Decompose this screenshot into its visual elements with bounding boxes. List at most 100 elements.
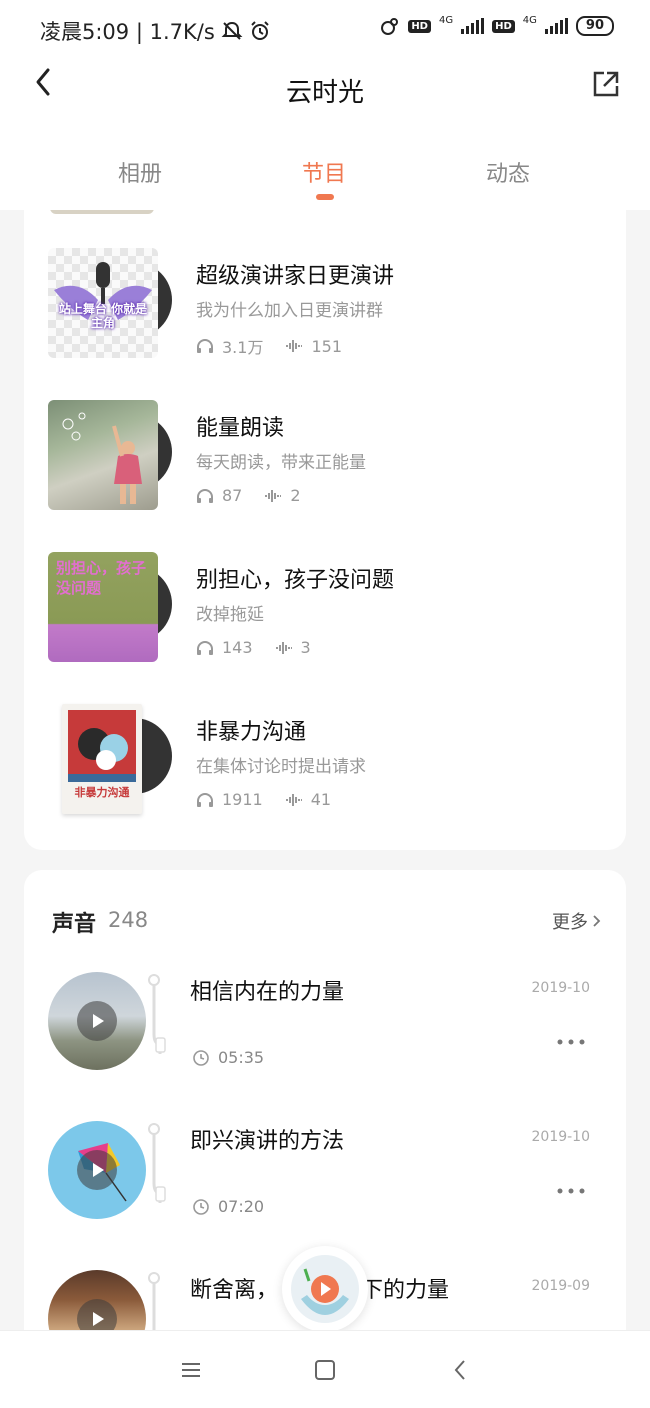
plays-stat: 87 bbox=[196, 486, 242, 505]
share-icon[interactable] bbox=[590, 68, 622, 100]
tonearm-icon bbox=[148, 974, 166, 1054]
plays-stat: 3.1万 bbox=[196, 334, 263, 358]
net-label-2: 4G bbox=[522, 14, 537, 26]
audio-wave-icon bbox=[285, 793, 302, 806]
headphones-icon bbox=[197, 339, 213, 353]
sound-date: 2019-10 bbox=[531, 980, 591, 996]
program-item[interactable]: 非暴力沟通 非暴力沟通 在集体讨论时提出请求 1911 41 bbox=[24, 696, 626, 836]
program-item[interactable]: 别担心，孩子没问题 别担心，孩子没问题 改掉拖延 143 3 bbox=[24, 544, 626, 684]
episodes-stat: 41 bbox=[285, 790, 331, 809]
clock-icon bbox=[193, 1198, 209, 1215]
home-square-icon[interactable] bbox=[312, 1357, 338, 1383]
plays-count: 3.1万 bbox=[222, 338, 264, 357]
page: 凌晨5:09 | 1.7K/s HD 4G HD 4G 90 云时光 相册 节目… bbox=[0, 0, 650, 1408]
program-item[interactable]: 站上舞台 你就是主角 超级演讲家日更演讲 我为什么加入日更演讲群 3.1万 15… bbox=[24, 240, 626, 380]
tab-programs[interactable]: 节目 bbox=[264, 156, 384, 188]
sound-title-tail: 下的力量 bbox=[361, 1278, 450, 1303]
child-figure bbox=[62, 412, 142, 504]
bell-off-icon bbox=[221, 21, 243, 40]
program-subtitle: 我为什么加入日更演讲群 bbox=[196, 301, 383, 321]
sound-title: 断舍离， bbox=[190, 1278, 279, 1303]
sound-duration: 05:35 bbox=[192, 1048, 264, 1067]
tab-indicator bbox=[316, 194, 334, 200]
program-stats: 1911 41 bbox=[196, 790, 353, 809]
cover-text: 非暴力沟通 bbox=[74, 786, 130, 799]
program-stats: 3.1万 151 bbox=[196, 334, 364, 358]
more-link[interactable]: 更多 bbox=[552, 908, 602, 934]
status-left: 凌晨5:09 | 1.7K/s bbox=[40, 16, 271, 46]
audio-wave-icon bbox=[286, 340, 303, 352]
signal-icon-1 bbox=[461, 18, 485, 34]
episodes-stat: 151 bbox=[285, 337, 342, 356]
program-title: 超级演讲家日更演讲 bbox=[196, 264, 395, 289]
header: 云时光 bbox=[0, 56, 650, 126]
headphones-icon bbox=[197, 488, 213, 503]
cover-text: 站上舞台 你就是主角 bbox=[58, 302, 148, 330]
program-title: 非暴力沟通 bbox=[196, 720, 307, 745]
plays-stat: 1911 bbox=[196, 790, 263, 809]
episodes-count: 2 bbox=[290, 486, 301, 505]
more-label: 更多 bbox=[552, 912, 588, 933]
clock-icon bbox=[193, 1049, 209, 1066]
sound-date: 2019-09 bbox=[531, 1278, 591, 1294]
tonearm-icon bbox=[148, 1123, 166, 1203]
episodes-stat: 2 bbox=[264, 486, 301, 505]
play-button[interactable] bbox=[77, 1150, 117, 1190]
play-button[interactable] bbox=[77, 1001, 117, 1041]
program-cover: 站上舞台 你就是主角 bbox=[48, 248, 158, 358]
duration-text: 07:20 bbox=[218, 1197, 265, 1216]
sound-duration: 07:20 bbox=[192, 1197, 264, 1216]
program-item[interactable]: 能量朗读 每天朗读，带来正能量 87 2 bbox=[24, 392, 626, 532]
episodes-stat: 3 bbox=[275, 638, 311, 657]
hd-badge-1: HD bbox=[408, 19, 431, 33]
program-stats: 143 3 bbox=[196, 638, 333, 657]
duration-text: 05:35 bbox=[218, 1048, 265, 1067]
episodes-count: 3 bbox=[300, 638, 311, 657]
system-nav-bar bbox=[0, 1330, 650, 1408]
episodes-count: 151 bbox=[311, 336, 342, 356]
sound-item[interactable]: 相信内在的力量 2019-10 05:35 bbox=[24, 972, 626, 1122]
tab-feed[interactable]: 动态 bbox=[448, 156, 568, 188]
program-subtitle: 改掉拖延 bbox=[196, 605, 264, 625]
previous-item-cover bbox=[50, 210, 154, 214]
sounds-count: 248 bbox=[108, 908, 149, 932]
plays-count: 87 bbox=[222, 486, 243, 505]
page-title: 云时光 bbox=[285, 78, 364, 108]
tab-bar: 相册 节目 动态 bbox=[0, 126, 650, 210]
net-label-1: 4G bbox=[438, 14, 454, 26]
plays-stat: 143 bbox=[196, 638, 253, 657]
sound-title: 相信内在的力量 bbox=[190, 980, 345, 1005]
audio-wave-icon bbox=[275, 641, 292, 654]
headphones-icon bbox=[197, 792, 213, 807]
plays-count: 1911 bbox=[222, 790, 263, 809]
battery-indicator: 90 bbox=[575, 16, 614, 36]
chevron-right-icon bbox=[593, 915, 601, 927]
menu-icon[interactable] bbox=[178, 1357, 204, 1383]
alarm-icon bbox=[251, 21, 269, 40]
program-cover bbox=[48, 400, 158, 510]
more-options-icon[interactable] bbox=[556, 1185, 586, 1197]
program-subtitle: 在集体讨论时提出请求 bbox=[196, 757, 366, 777]
episodes-count: 41 bbox=[310, 790, 332, 809]
floating-player[interactable] bbox=[282, 1246, 368, 1332]
signal-icon-2 bbox=[544, 18, 568, 34]
sync-icon bbox=[381, 18, 399, 35]
hd-badge-2: HD bbox=[492, 19, 515, 33]
plays-count: 143 bbox=[222, 638, 253, 657]
status-time: 凌晨5:09 | 1.7K/s bbox=[40, 20, 215, 44]
floating-player-cover bbox=[291, 1255, 359, 1323]
programs-card: 站上舞台 你就是主角 超级演讲家日更演讲 我为什么加入日更演讲群 3.1万 15… bbox=[24, 210, 626, 850]
audio-wave-icon bbox=[265, 489, 282, 502]
program-cover: 非暴力沟通 bbox=[62, 704, 142, 814]
tab-album[interactable]: 相册 bbox=[80, 156, 200, 188]
more-options-icon[interactable] bbox=[556, 1036, 586, 1048]
status-bar: 凌晨5:09 | 1.7K/s HD 4G HD 4G 90 bbox=[0, 0, 650, 56]
sounds-heading: 声音 bbox=[52, 912, 97, 937]
program-title: 别担心，孩子没问题 bbox=[196, 568, 395, 593]
program-subtitle: 每天朗读，带来正能量 bbox=[196, 453, 366, 473]
back-nav-icon[interactable] bbox=[448, 1357, 474, 1383]
headphones-icon bbox=[197, 640, 213, 655]
floating-play-icon bbox=[311, 1275, 339, 1303]
program-cover: 别担心，孩子没问题 bbox=[48, 552, 158, 662]
sound-date: 2019-10 bbox=[531, 1129, 591, 1145]
